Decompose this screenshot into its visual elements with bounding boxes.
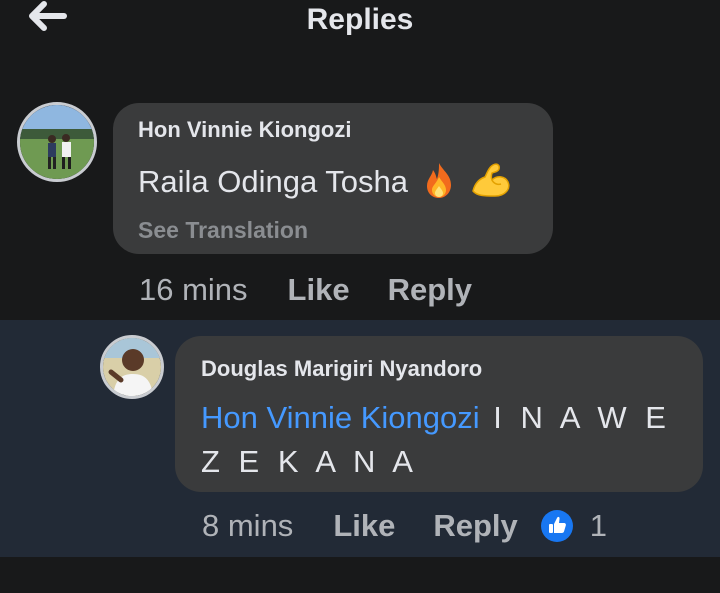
reply-comment: Douglas Marigiri Nyandoro Hon Vinnie Kio… [0, 320, 720, 557]
comment-actions: 8 mins Like Reply 1 [202, 508, 607, 544]
comment-actions: 16 mins Like Reply [139, 272, 472, 308]
fire-emoji [421, 161, 457, 207]
page-title: Replies [306, 3, 414, 36]
avatar[interactable] [100, 335, 164, 399]
comment-bubble[interactable]: Hon Vinnie Kiongozi Raila Odinga Tosha S… [113, 103, 553, 254]
avatar-photo [20, 105, 94, 179]
flexed-biceps-emoji [469, 161, 511, 207]
header-bar: Replies [0, 0, 720, 60]
avatar[interactable] [17, 102, 97, 182]
comment-text: Hon Vinnie Kiongozi I N A W E Z E K A N … [201, 396, 691, 484]
comment-timestamp: 16 mins [139, 272, 248, 307]
thumbs-up-icon[interactable] [540, 509, 574, 543]
like-button[interactable]: Like [333, 508, 395, 544]
comment-author[interactable]: Hon Vinnie Kiongozi [138, 117, 351, 143]
reply-button[interactable]: Reply [388, 272, 472, 308]
replies-page: Replies Hon Vinnie Kiongozi Raila Odinga [0, 0, 720, 593]
see-translation-link[interactable]: See Translation [138, 217, 308, 244]
footer-strip [0, 557, 720, 593]
avatar-photo [103, 338, 161, 396]
like-button[interactable]: Like [288, 272, 350, 308]
comment-author[interactable]: Douglas Marigiri Nyandoro [201, 356, 482, 382]
comment-bubble[interactable]: Douglas Marigiri Nyandoro Hon Vinnie Kio… [175, 336, 703, 492]
comment-body: Raila Odinga Tosha [138, 164, 408, 200]
comment-timestamp: 8 mins [202, 508, 294, 543]
comment: Hon Vinnie Kiongozi Raila Odinga Tosha S… [0, 95, 720, 320]
mention-link[interactable]: Hon Vinnie Kiongozi [201, 400, 480, 435]
reply-button: Reply [433, 508, 518, 543]
reaction-count: 1 [589, 508, 608, 543]
comment-text: Raila Odinga Tosha [138, 161, 511, 207]
